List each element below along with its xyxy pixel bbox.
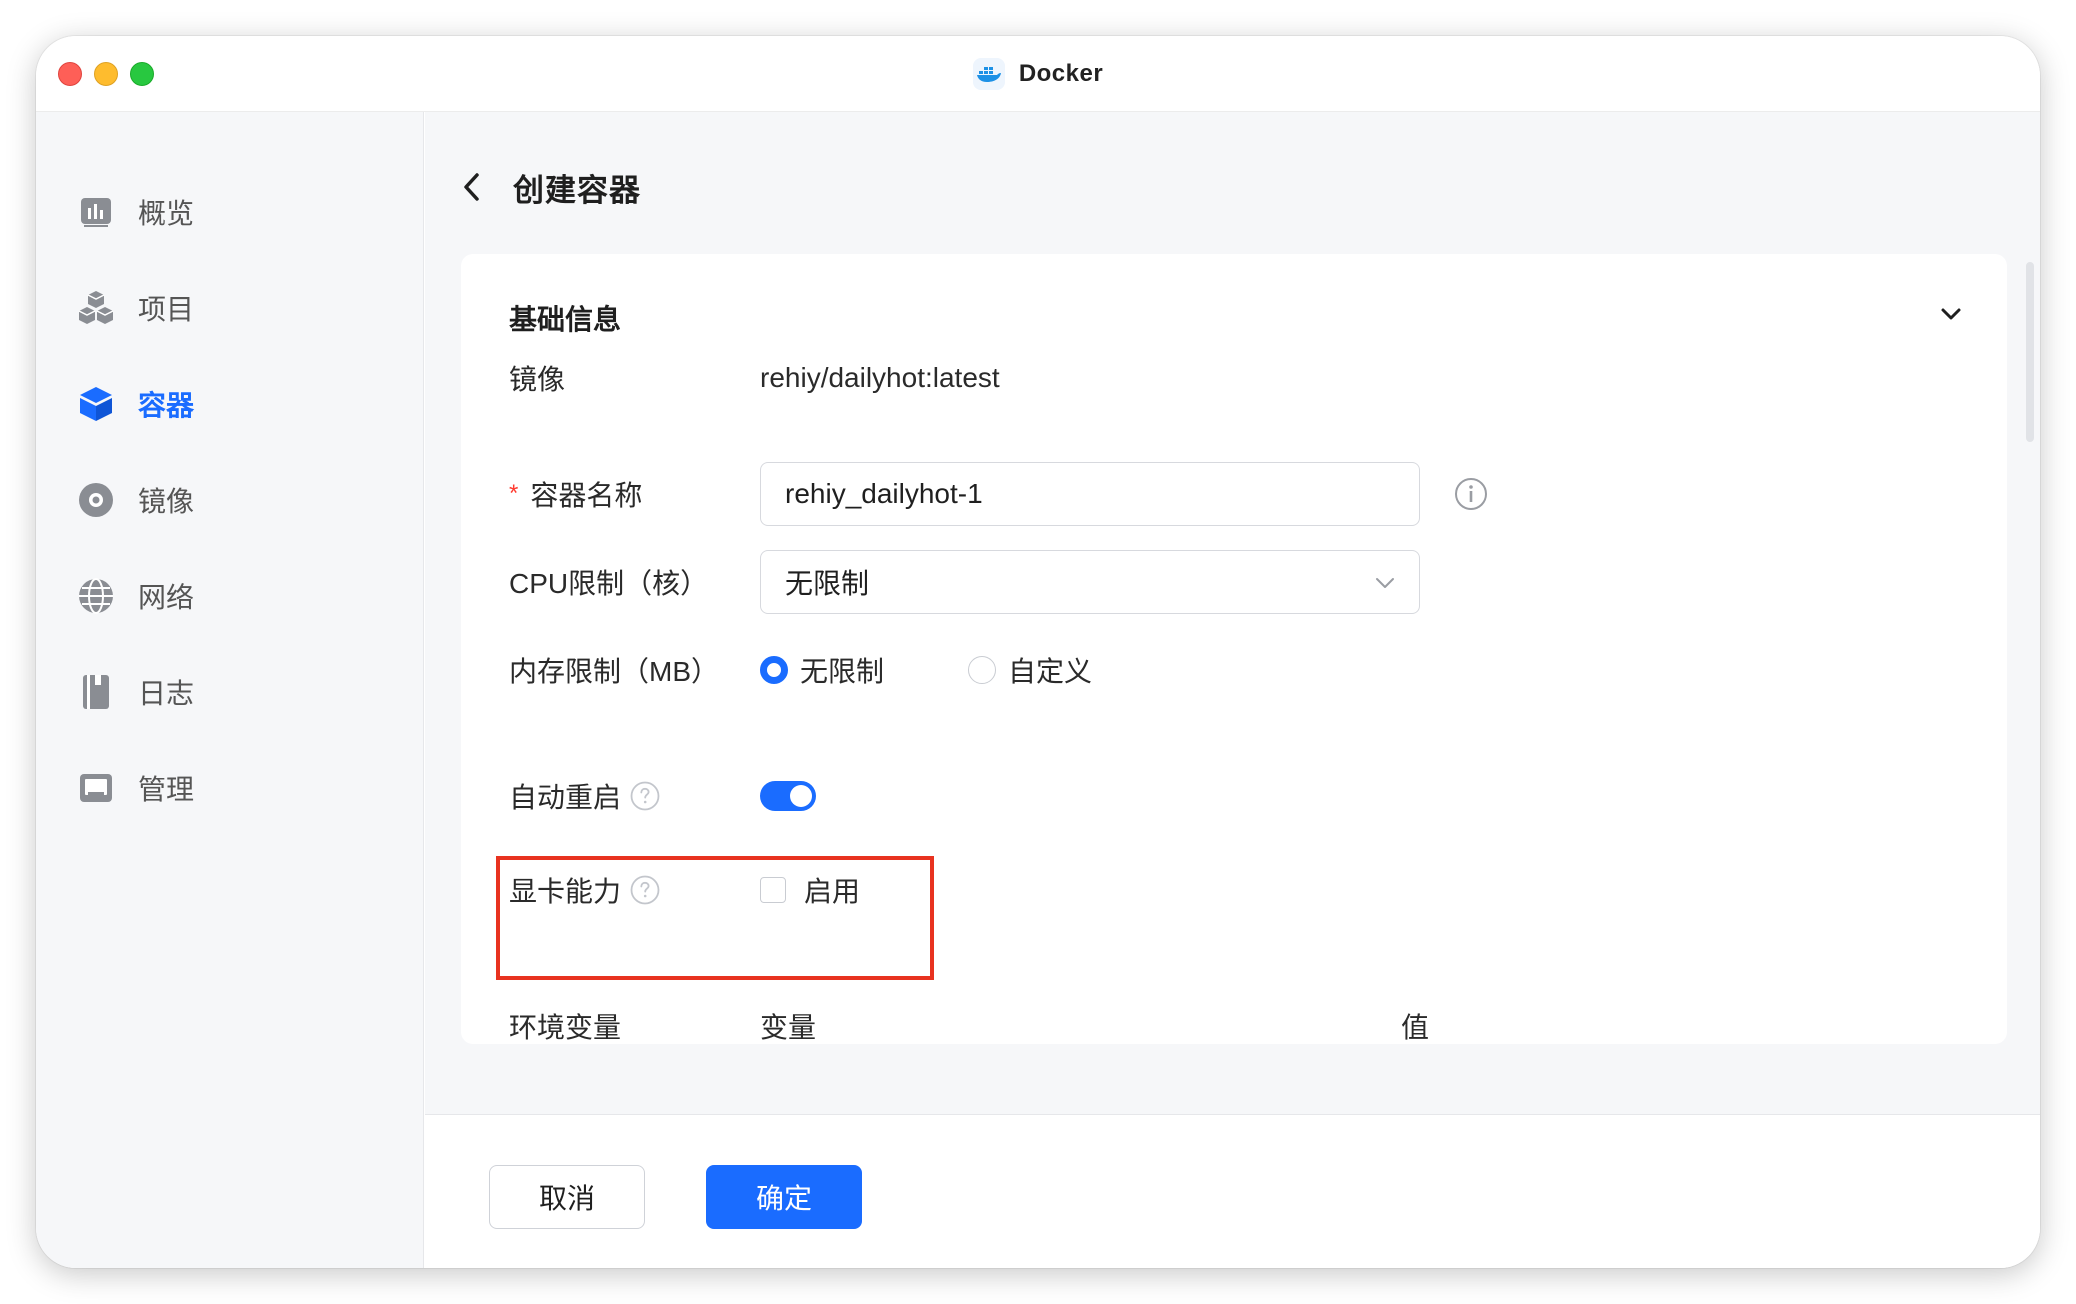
radio-label: 无限制 — [800, 656, 885, 687]
sidebar-item-label: 容器 — [138, 390, 195, 421]
globe-icon — [76, 576, 116, 616]
sidebar-item-label: 管理 — [138, 774, 195, 805]
sidebar-item-manage[interactable]: 管理 — [76, 758, 376, 818]
radio-label: 自定义 — [1008, 656, 1093, 687]
help-question-icon[interactable] — [629, 780, 661, 812]
section-title: 基础信息 — [509, 304, 622, 335]
env-vars-col-variable: 变量 — [760, 1012, 817, 1043]
sidebar-item-label: 镜像 — [138, 486, 195, 517]
app-window: Docker 概览 项目 容器 镜像 网络 日志 管理 创建容器 基础信息 镜像… — [36, 36, 2040, 1268]
cancel-button[interactable]: 取消 — [489, 1165, 645, 1229]
image-value: rehiy/dailyhot:latest — [760, 362, 1000, 393]
confirm-button[interactable]: 确定 — [706, 1165, 862, 1229]
gpu-label: 显卡能力 — [509, 870, 661, 910]
sidebar-item-images[interactable]: 镜像 — [76, 470, 376, 530]
monitor-icon — [76, 768, 116, 808]
radio-selected — [760, 656, 788, 684]
sidebar-item-network[interactable]: 网络 — [76, 566, 376, 626]
window-title: Docker — [1018, 60, 1104, 87]
cubes-icon — [76, 288, 116, 328]
notebook-icon — [76, 672, 116, 712]
container-name-label-text: 容器名称 — [530, 480, 643, 511]
sidebar-item-containers[interactable]: 容器 — [76, 374, 376, 434]
chevron-down-icon — [1376, 578, 1394, 588]
main-content: 创建容器 基础信息 镜像 rehiy/dailyhot:latest * 容器名… — [425, 112, 2040, 1268]
back-chevron-icon[interactable] — [457, 172, 487, 202]
page-title: 创建容器 — [513, 172, 641, 208]
container-box-icon — [76, 384, 116, 424]
memory-limit-option-custom[interactable]: 自定义 — [968, 650, 1092, 690]
checkbox-label: 启用 — [804, 876, 861, 907]
memory-limit-label: 内存限制（MB） — [509, 656, 720, 687]
help-question-icon[interactable] — [629, 874, 661, 906]
sidebar-item-label: 概览 — [138, 198, 195, 229]
checkbox-box — [760, 877, 786, 903]
required-mark: * — [509, 480, 519, 507]
chevron-down-icon[interactable] — [1937, 300, 1965, 328]
container-name-label: * 容器名称 — [509, 474, 642, 514]
info-icon[interactable] — [1453, 476, 1489, 512]
auto-restart-toggle[interactable] — [760, 781, 816, 811]
sidebar-item-logs[interactable]: 日志 — [76, 662, 376, 722]
cpu-limit-label: CPU限制（核） — [509, 568, 709, 599]
auto-restart-label-text: 自动重启 — [509, 782, 622, 813]
basic-info-card: 基础信息 镜像 rehiy/dailyhot:latest * 容器名称 reh… — [461, 254, 2007, 1044]
sidebar-item-overview[interactable]: 概览 — [76, 182, 376, 242]
page-header: 创建容器 — [457, 162, 641, 212]
memory-limit-radio-group: 无限制 自定义 — [760, 650, 1176, 690]
disc-icon — [76, 480, 116, 520]
sidebar-item-label: 日志 — [138, 678, 195, 709]
memory-limit-option-unlimited[interactable]: 无限制 — [760, 650, 884, 690]
window-title-group: Docker — [36, 36, 2040, 112]
image-label: 镜像 — [509, 364, 566, 395]
sidebar: 概览 项目 容器 镜像 网络 日志 管理 — [36, 112, 424, 1268]
sidebar-item-projects[interactable]: 项目 — [76, 278, 376, 338]
form-footer: 取消 确定 — [425, 1114, 2040, 1268]
container-name-input[interactable]: rehiy_dailyhot-1 — [760, 462, 1420, 526]
radio-unselected — [968, 656, 997, 684]
cpu-limit-select[interactable]: 无限制 — [760, 550, 1420, 614]
chart-icon — [76, 192, 116, 232]
sidebar-item-label: 网络 — [138, 582, 195, 613]
toggle-knob — [790, 785, 812, 807]
gpu-label-text: 显卡能力 — [509, 876, 622, 907]
gpu-enable-checkbox[interactable]: 启用 — [760, 870, 860, 910]
env-vars-label: 环境变量 — [509, 1012, 622, 1043]
scrollbar-thumb[interactable] — [2026, 262, 2034, 442]
cpu-limit-value: 无限制 — [785, 568, 870, 599]
env-vars-col-value: 值 — [1401, 1012, 1430, 1043]
title-bar: Docker — [36, 36, 2040, 112]
docker-icon — [972, 58, 1005, 90]
sidebar-item-label: 项目 — [138, 294, 195, 325]
auto-restart-label: 自动重启 — [509, 776, 661, 816]
